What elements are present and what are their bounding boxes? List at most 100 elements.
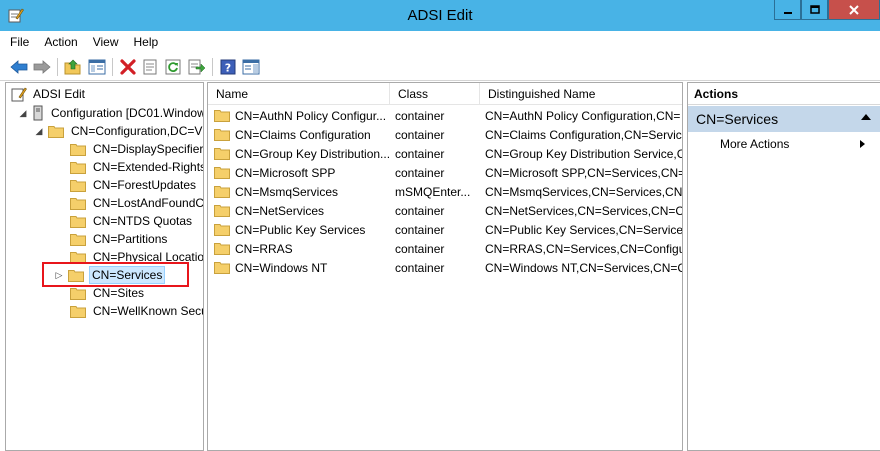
actions-section-cn-services[interactable]: CN=Services — [688, 106, 880, 132]
column-header-distinguished-name[interactable]: Distinguished Name — [480, 83, 682, 105]
details-pane[interactable]: Name Class Distinguished Name CN=AuthN P… — [207, 82, 683, 451]
back-button[interactable] — [9, 57, 29, 77]
folder-icon — [48, 125, 64, 138]
table-row[interactable]: CN=Windows NT container CN=Windows NT,CN… — [208, 258, 682, 277]
tree-connection-label: Configuration [DC01.Window — [51, 106, 204, 120]
table-row[interactable]: CN=NetServices container CN=NetServices,… — [208, 201, 682, 220]
column-header-class[interactable]: Class — [390, 83, 480, 105]
delete-button[interactable] — [118, 57, 138, 77]
minimize-button[interactable] — [774, 0, 801, 20]
tree-item-label: CN=DisplaySpecifiers — [93, 142, 204, 156]
tree-root[interactable]: ADSI Edit — [11, 85, 87, 103]
tree-item-label: CN=LostAndFoundC — [93, 196, 204, 210]
collapse-icon[interactable]: ◢ — [18, 108, 28, 118]
highlight-annotation-box — [42, 262, 189, 287]
folder-icon — [214, 186, 230, 198]
tree-item-label: CN=Sites — [93, 286, 145, 300]
folder-icon — [214, 205, 230, 217]
table-row[interactable]: CN=RRAS container CN=RRAS,CN=Services,CN… — [208, 239, 682, 258]
row-name: CN=NetServices — [235, 203, 325, 218]
tree-node-configuration[interactable]: ◢ CN=Configuration,DC=V — [34, 122, 203, 140]
show-hide-tree-button[interactable] — [87, 57, 107, 77]
actions-section-label: CN=Services — [696, 111, 779, 127]
tree-item-wellknown-security[interactable]: CN=WellKnown Secu — [70, 302, 203, 320]
up-folder-icon — [64, 59, 81, 75]
close-button[interactable] — [828, 0, 880, 20]
folder-icon — [70, 197, 86, 210]
title-bar: ADSI Edit — [0, 0, 880, 31]
tree-item-forestupdates[interactable]: CN=ForestUpdates — [70, 176, 198, 194]
more-actions-label: More Actions — [720, 137, 790, 151]
table-row[interactable]: CN=Claims Configuration container CN=Cla… — [208, 125, 682, 144]
show-hide-action-pane-button[interactable] — [241, 57, 261, 77]
column-header-name[interactable]: Name — [208, 83, 390, 105]
forward-icon — [33, 60, 51, 74]
server-icon — [33, 105, 43, 121]
export-list-button[interactable] — [187, 57, 207, 77]
row-class: container — [395, 127, 445, 142]
column-name-label: Name — [216, 87, 249, 101]
row-class: container — [395, 222, 445, 237]
show-hide-tree-icon — [88, 59, 106, 75]
folder-icon — [70, 143, 86, 156]
menu-action[interactable]: Action — [44, 35, 77, 49]
tree-item-label: CN=ForestUpdates — [93, 178, 197, 192]
row-class: container — [395, 108, 445, 123]
close-icon — [849, 4, 859, 15]
menu-file[interactable]: File — [10, 35, 29, 49]
window-title: ADSI Edit — [407, 7, 473, 24]
menu-bar: File Action View Help — [0, 31, 880, 53]
help-button[interactable]: ? — [218, 57, 238, 77]
adsi-edit-root-icon — [11, 87, 27, 102]
folder-icon — [70, 233, 86, 246]
row-class: container — [395, 165, 445, 180]
tree-item-extended-rights[interactable]: CN=Extended-Rights — [70, 158, 203, 176]
menu-view[interactable]: View — [93, 35, 119, 49]
tree-item-lostandfound[interactable]: CN=LostAndFoundC — [70, 194, 204, 212]
row-name: CN=Public Key Services — [235, 222, 366, 237]
row-class: container — [395, 146, 445, 161]
up-folder-button[interactable] — [63, 57, 83, 77]
folder-icon — [214, 129, 230, 141]
table-row[interactable]: CN=Public Key Services container CN=Publ… — [208, 220, 682, 239]
forward-button[interactable] — [32, 57, 52, 77]
row-name: CN=Microsoft SPP — [235, 165, 336, 180]
row-class: container — [395, 241, 445, 256]
delete-icon — [120, 59, 136, 75]
tree-item-displayspecifiers[interactable]: CN=DisplaySpecifiers — [70, 140, 204, 158]
more-actions-item[interactable]: More Actions — [688, 135, 880, 153]
collapse-section-icon[interactable] — [861, 114, 871, 120]
row-name: CN=MsmqServices — [235, 184, 339, 199]
folder-icon — [214, 243, 230, 255]
table-row[interactable]: CN=MsmqServices mSMQEnter... CN=MsmqServ… — [208, 182, 682, 201]
actions-header: Actions — [688, 83, 880, 105]
properties-button[interactable] — [140, 57, 160, 77]
folder-icon — [214, 262, 230, 274]
console-tree-pane[interactable]: ADSI Edit ◢ Configuration [DC01.Window ◢… — [5, 82, 204, 451]
folder-icon — [214, 110, 230, 122]
row-dn: CN=Group Key Distribution Service,C — [485, 146, 682, 161]
menu-help[interactable]: Help — [134, 35, 159, 49]
maximize-icon — [809, 4, 820, 14]
folder-icon — [70, 179, 86, 192]
maximize-button[interactable] — [801, 0, 828, 20]
tree-configuration-label: CN=Configuration,DC=V — [71, 124, 203, 138]
folder-icon — [214, 224, 230, 236]
tree-node-connection[interactable]: ◢ Configuration [DC01.Window — [18, 104, 204, 122]
refresh-button[interactable] — [163, 57, 183, 77]
row-name: CN=Group Key Distribution... — [235, 146, 390, 161]
tree-item-partitions[interactable]: CN=Partitions — [70, 230, 169, 248]
row-dn: CN=Microsoft SPP,CN=Services,CN= — [485, 165, 682, 180]
table-row[interactable]: CN=Microsoft SPP container CN=Microsoft … — [208, 163, 682, 182]
submenu-arrow-icon — [860, 140, 865, 148]
row-dn: CN=Public Key Services,CN=Services, — [485, 222, 682, 237]
tree-item-ntds-quotas[interactable]: CN=NTDS Quotas — [70, 212, 194, 230]
table-row[interactable]: CN=Group Key Distribution... container C… — [208, 144, 682, 163]
folder-icon — [70, 287, 86, 300]
table-row[interactable]: CN=AuthN Policy Configur... container CN… — [208, 106, 682, 125]
row-dn: CN=MsmqServices,CN=Services,CN= — [485, 184, 682, 199]
column-class-label: Class — [398, 87, 429, 101]
back-icon — [10, 60, 28, 74]
collapse-icon[interactable]: ◢ — [34, 126, 44, 136]
row-dn: CN=AuthN Policy Configuration,CN= — [485, 108, 681, 123]
